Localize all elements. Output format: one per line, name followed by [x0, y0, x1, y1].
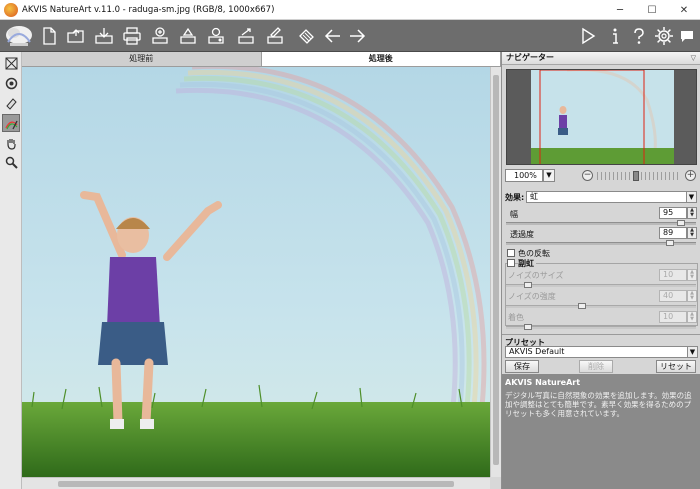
effect-value: 虹: [530, 192, 538, 201]
noise-size-slider-knob[interactable]: [524, 282, 532, 288]
left-toolbar: [0, 52, 22, 489]
width-label: 幅: [510, 210, 518, 219]
help-panel: AKVIS NatureArt デジタル写真に自然現象の効果を追加します。効果の…: [502, 374, 700, 489]
width-slider[interactable]: [506, 220, 696, 226]
tab-before[interactable]: 処理前: [22, 52, 262, 66]
batch-icon[interactable]: [177, 25, 199, 47]
effect-label: 効果:: [505, 193, 525, 202]
vertical-scroll-thumb[interactable]: [493, 75, 499, 465]
zoom-icon[interactable]: [2, 153, 20, 171]
share-icon[interactable]: [149, 25, 171, 47]
delete-preset-button[interactable]: 削除: [579, 360, 613, 373]
transparency-slider-knob[interactable]: [666, 240, 675, 246]
preset-select[interactable]: AKVIS Default ▼: [505, 346, 698, 358]
chevron-down-icon: ▼: [687, 347, 697, 357]
tint-slider[interactable]: [506, 324, 696, 330]
noise-strength-slider-knob[interactable]: [578, 303, 586, 309]
hand-brush-icon[interactable]: [296, 25, 318, 47]
help-title: AKVIS NatureArt: [505, 378, 581, 387]
save-file-icon[interactable]: [93, 25, 115, 47]
app-icon: [4, 2, 18, 17]
eraser-icon[interactable]: [2, 94, 20, 112]
noise-size-label: ノイズのサイズ: [508, 271, 564, 280]
navigator-header[interactable]: ナビゲーター ▽: [502, 52, 700, 65]
hand-icon[interactable]: [2, 134, 20, 152]
width-slider-knob[interactable]: [677, 220, 685, 226]
settings-panel: ナビゲーター ▽ 100% ▼ − + 効果: 虹 ▼ 幅 95 ▲ ▼ 透過度 …: [501, 52, 700, 489]
zoom-out-icon[interactable]: −: [582, 170, 593, 181]
noise-strength-stepper[interactable]: ▲ ▼: [687, 290, 697, 302]
view-tabs: 処理前 処理後: [22, 52, 501, 67]
import-icon[interactable]: [235, 25, 257, 47]
open-file-icon[interactable]: [65, 25, 87, 47]
transparency-field[interactable]: 89: [659, 227, 687, 239]
zoom-slider-thumb[interactable]: [633, 171, 639, 181]
zoom-level-field[interactable]: 100%: [505, 169, 543, 182]
divider: [502, 334, 700, 335]
effect-select[interactable]: 虹 ▼: [526, 191, 697, 203]
width-stepper[interactable]: ▲ ▼: [687, 207, 697, 219]
crop-frame-icon[interactable]: [2, 54, 20, 72]
reset-preset-button[interactable]: リセット: [656, 360, 696, 373]
navigator-preview[interactable]: [506, 69, 697, 165]
point-target-icon[interactable]: [2, 74, 20, 92]
toolbar: [0, 20, 700, 52]
akvis-logo-icon: [6, 26, 32, 46]
noise-size-stepper[interactable]: ▲ ▼: [687, 269, 697, 281]
transparency-label: 透過度: [510, 230, 534, 239]
horizontal-scroll-thumb[interactable]: [58, 481, 454, 487]
scroll-corner: [490, 477, 501, 489]
noise-strength-label: ノイズの強度: [508, 292, 556, 301]
window-title: AKVIS NatureArt v.11.0 - raduga-sm.jpg (…: [22, 4, 275, 15]
info-icon[interactable]: [604, 25, 626, 47]
tint-field[interactable]: 10: [659, 311, 687, 323]
message-icon[interactable]: [676, 25, 698, 47]
export-icon[interactable]: [205, 25, 227, 47]
redo-arrow-icon[interactable]: [346, 25, 368, 47]
save-preset-button[interactable]: 保存: [505, 360, 539, 373]
help-text: デジタル写真に自然現象の効果を追加します。効果の追加や調整はとても簡単です。素早…: [505, 391, 692, 418]
close-button[interactable]: ✕: [668, 0, 700, 20]
collapse-chevron-icon[interactable]: ▽: [691, 52, 696, 64]
undo-arrow-icon[interactable]: [322, 25, 344, 47]
new-doc-icon[interactable]: [38, 25, 60, 47]
print-icon[interactable]: [121, 25, 143, 47]
maximize-button[interactable]: ☐: [636, 0, 668, 20]
tint-label: 着色: [508, 313, 524, 322]
tint-slider-knob[interactable]: [524, 324, 532, 330]
gear-icon[interactable]: [653, 25, 675, 47]
navigator-title: ナビゲーター: [506, 53, 554, 62]
tint-stepper[interactable]: ▲ ▼: [687, 311, 697, 323]
photo-preview: [22, 67, 490, 477]
run-icon[interactable]: [577, 25, 599, 47]
double-rainbow-label: 副虹: [518, 258, 536, 269]
horizontal-scrollbar[interactable]: [22, 477, 490, 489]
preset-value: AKVIS Default: [509, 347, 565, 356]
transparency-slider[interactable]: [506, 240, 696, 246]
zoom-dropdown-icon[interactable]: ▼: [543, 169, 555, 182]
chevron-down-icon: ▼: [686, 192, 696, 202]
double-rainbow-checkbox[interactable]: [507, 259, 515, 267]
settings-doc-icon[interactable]: [264, 25, 286, 47]
width-field[interactable]: 95: [659, 207, 687, 219]
navigator-thumbnail: [507, 70, 696, 164]
rainbow-brush-icon[interactable]: [2, 114, 20, 132]
vertical-scrollbar[interactable]: [490, 67, 501, 477]
transparency-stepper[interactable]: ▲ ▼: [687, 227, 697, 239]
minimize-button[interactable]: ─: [604, 0, 636, 20]
tab-after[interactable]: 処理後: [261, 52, 501, 66]
title-bar: AKVIS NatureArt v.11.0 - raduga-sm.jpg (…: [0, 0, 700, 20]
invert-checkbox[interactable]: [507, 249, 515, 257]
noise-strength-field[interactable]: 40: [659, 290, 687, 302]
noise-size-slider[interactable]: [506, 282, 696, 288]
zoom-in-icon[interactable]: +: [685, 170, 696, 181]
noise-strength-slider[interactable]: [506, 303, 696, 309]
noise-size-field[interactable]: 10: [659, 269, 687, 281]
help-icon[interactable]: [628, 25, 650, 47]
image-canvas[interactable]: [22, 67, 490, 477]
